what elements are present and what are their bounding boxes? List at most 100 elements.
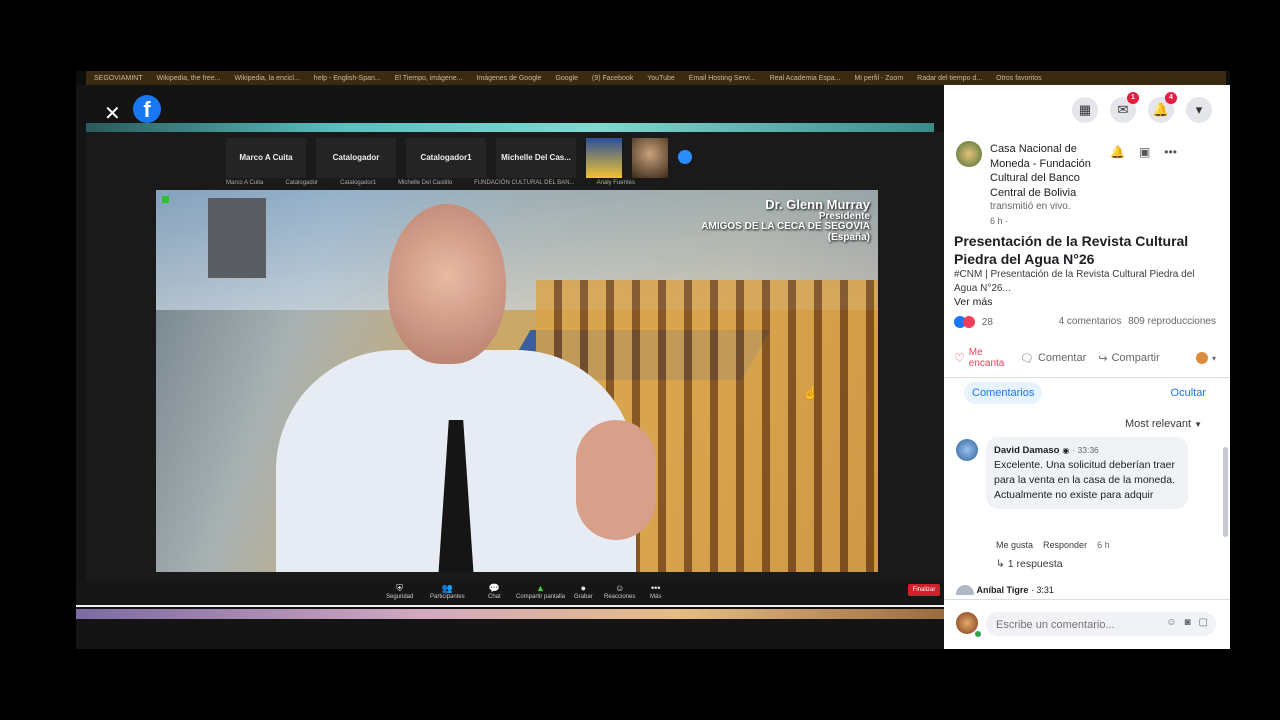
bookmark-item[interactable]: Wikipedia, la encicl...	[234, 75, 299, 82]
heart-icon: ♡	[954, 351, 965, 365]
share-screen-button[interactable]: ▲ Compartir pantalla	[516, 583, 565, 600]
avatar[interactable]	[956, 439, 978, 461]
participant-caption: Catalogador1	[340, 180, 377, 186]
post-description: #CNM | Presentación de la Revista Cultur…	[954, 269, 1195, 294]
mouse-cursor-icon: ☝	[803, 386, 818, 400]
ellipsis-icon[interactable]: •••	[1164, 145, 1177, 159]
avatar[interactable]	[956, 585, 974, 595]
post-stats: 28 4 comentarios 809 reproducciones	[954, 316, 1216, 328]
comment-input[interactable]	[994, 612, 1138, 638]
comment-input-box: ☺ ◙ ▢	[986, 612, 1216, 638]
bookmark-item[interactable]: Google	[555, 75, 578, 82]
profile-avatar-icon	[1195, 352, 1208, 364]
participant-tile[interactable]: Marco A Cuita	[226, 138, 306, 178]
sticker-icon[interactable]: ▢	[1199, 617, 1208, 628]
reactions-button[interactable]: ☺ Reacciones	[604, 583, 635, 600]
next-comment: Aníbal Tigre · 3:31	[956, 585, 1216, 595]
bookmark-item[interactable]: (9) Facebook	[592, 75, 633, 82]
page-name[interactable]: Casa Nacional de Moneda - Fundación Cult…	[990, 142, 1110, 200]
participant-video-foundation[interactable]	[586, 138, 622, 178]
comment-like-link[interactable]: Me gusta	[996, 540, 1033, 550]
divider	[944, 377, 1230, 378]
record-icon: ●	[580, 583, 587, 593]
bell-icon[interactable]: 🔔	[1110, 145, 1125, 159]
bell-icon[interactable]: 🔔 4	[1148, 92, 1177, 123]
comment-bubble: David Damaso ◉ · 33:36 Excelente. Una so…	[986, 437, 1188, 509]
sort-comments-dropdown[interactable]: Most relevant ▼	[1125, 418, 1202, 430]
speaker-country: (España)	[827, 231, 870, 243]
bookmark-item[interactable]: help - English-Span...	[314, 75, 381, 82]
bookmark-item[interactable]: Real Academia Espa...	[770, 75, 841, 82]
participant-tile[interactable]: Michelle Del Cas...	[496, 138, 576, 178]
see-more-link[interactable]: Ver más	[954, 296, 993, 308]
speaker-name: Dr. Glenn Murray	[765, 197, 870, 212]
chat-button[interactable]: 💬 Chat	[488, 583, 501, 600]
comment-timestamp[interactable]: · 33:36	[1072, 445, 1098, 455]
comments-scrollbar[interactable]	[1223, 447, 1228, 537]
speaker-caption: Dr. Glenn Murray Presidente AMIGOS DE LA…	[701, 198, 870, 243]
video-progress-line[interactable]	[76, 605, 944, 607]
ellipsis-icon: •••	[650, 583, 661, 593]
record-button[interactable]: ● Grabar	[574, 583, 593, 600]
bookmark-item[interactable]: Imágenes de Google	[476, 75, 541, 82]
video-top-strip	[86, 123, 934, 132]
bookmark-item[interactable]: YouTube	[647, 75, 675, 82]
bookmark-icon[interactable]: ▣	[1139, 145, 1150, 159]
more-participants-icon[interactable]	[678, 150, 692, 164]
info-icon: ◉	[1062, 446, 1070, 455]
people-icon: 👥	[441, 583, 453, 593]
facebook-logo[interactable]: f	[133, 95, 161, 123]
more-button[interactable]: ••• Más	[650, 583, 661, 600]
participant-tile[interactable]: Catalogador1	[406, 138, 486, 178]
security-button[interactable]: ⛨ Seguridad	[386, 583, 413, 600]
bookmark-item[interactable]: El Tiempo, imágene...	[395, 75, 463, 82]
messenger-icon[interactable]: ✉ 1	[1110, 92, 1139, 123]
comments-count[interactable]: 4 comentarios	[1059, 316, 1122, 327]
bookmark-item[interactable]: Wikipedia, the free...	[157, 75, 221, 82]
tab-comments[interactable]: Comentarios	[964, 382, 1043, 404]
comment-timestamp[interactable]: · 3:31	[1031, 585, 1054, 595]
post-time[interactable]: 6 h ·	[990, 216, 1008, 226]
comment-reply-link[interactable]: Responder	[1043, 540, 1087, 550]
view-replies-link[interactable]: ↳ 1 respuesta	[996, 558, 1063, 570]
bookmark-item[interactable]: Otros favoritos	[996, 75, 1042, 82]
share-button[interactable]: ↪ Compartir	[1098, 352, 1160, 365]
reaction-count[interactable]: 28	[982, 317, 993, 328]
account-dropdown-icon[interactable]: ▾	[1186, 97, 1212, 123]
composer-icons: ☺ ◙ ▢	[1166, 617, 1208, 628]
comment-author[interactable]: Aníbal Tigre	[977, 585, 1029, 595]
participant-video-analy[interactable]	[632, 138, 668, 178]
bookmark-item[interactable]: Mi perfil - Zoom	[855, 75, 904, 82]
views-count: 809 reproducciones	[1128, 316, 1216, 327]
comment-composer: ☺ ◙ ▢	[944, 599, 1230, 649]
camera-icon[interactable]: ◙	[1185, 617, 1191, 628]
end-meeting-button[interactable]: Finalizar	[908, 584, 940, 596]
hide-comments-link[interactable]: Ocultar	[1171, 387, 1206, 399]
comment-age[interactable]: 6 h	[1097, 540, 1110, 550]
bookmark-item[interactable]: Radar del tiempo d...	[917, 75, 982, 82]
participant-caption: Michelle Del Castillo	[398, 180, 453, 186]
audience-selector[interactable]: ▾	[1195, 352, 1216, 364]
participant-caption: Catalogador	[285, 180, 319, 186]
post-actions: ♡ Me encanta 🗨 Comentar ↪ Compartir ▾	[954, 347, 1216, 369]
bookmark-item[interactable]: SEGOVIAMINT	[94, 75, 143, 82]
page-avatar[interactable]	[956, 141, 982, 167]
menu-grid-icon[interactable]: ▦	[1072, 97, 1098, 123]
participant-tile[interactable]: Catalogador	[316, 138, 396, 178]
caret-down-icon: ▼	[1194, 420, 1202, 429]
love-reaction-icon[interactable]	[963, 316, 975, 328]
zoom-toolbar: ⛨ Seguridad 👥 Participantes 💬 Chat ▲ Compart…	[76, 581, 944, 603]
share-icon: ↪	[1098, 352, 1108, 365]
comment-button[interactable]: 🗨 Comentar	[1020, 352, 1086, 365]
participants-button[interactable]: 👥 Participantes	[430, 583, 465, 600]
messenger-badge: 1	[1127, 92, 1139, 104]
streamed-label: transmitió en vivo.	[990, 201, 1071, 212]
bookmark-item[interactable]: Email Hosting Servi...	[689, 75, 756, 82]
love-button[interactable]: ♡ Me encanta	[954, 347, 1018, 369]
emoji-icon[interactable]: ☺	[1166, 617, 1176, 628]
top-nav-icons: ▦ ✉ 1 🔔 4 ▾	[1072, 92, 1212, 123]
participant-caption: Marco A Cuita	[226, 180, 264, 186]
online-status-icon	[974, 630, 982, 638]
comment-author[interactable]: David Damaso	[994, 445, 1059, 456]
participant-caption: Analy Fuentes	[596, 180, 635, 186]
